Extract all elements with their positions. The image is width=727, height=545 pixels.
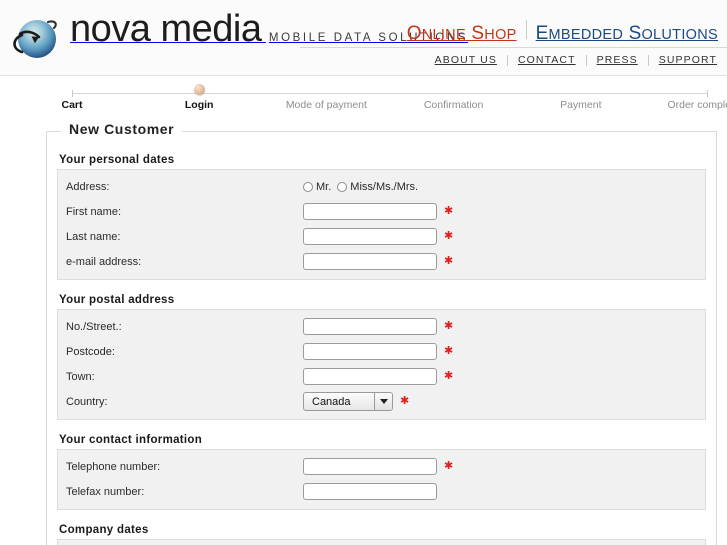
field-label-town: Town: xyxy=(66,370,95,383)
progress-step-order-completed[interactable]: Order completed! xyxy=(638,84,727,111)
field-wrapper: ✱ xyxy=(303,458,453,475)
field-label-postcode: Postcode: xyxy=(66,345,115,358)
required-marker: ✱ xyxy=(444,205,454,217)
section-panel-your-contact-information: Telephone number: ✱ Telefax number: xyxy=(57,449,706,510)
subnav-support[interactable]: SUPPORT xyxy=(649,54,727,66)
new-customer-fieldset: New Customer Your personal dates Address:… xyxy=(46,121,717,545)
required-marker: ✱ xyxy=(444,345,454,357)
section-title-company-dates: Company dates xyxy=(59,524,149,536)
progress-step-cart[interactable]: Cart xyxy=(2,84,142,111)
form-row: Country: Canada ✱ xyxy=(58,389,705,414)
field-label-address: Address: xyxy=(66,180,110,193)
section-panel-your-personal-dates: Address: Mr. Miss/Ms./Mrs. First name: ✱ Last… xyxy=(57,169,706,280)
input-telephone-number[interactable] xyxy=(303,458,437,475)
required-marker: ✱ xyxy=(444,255,454,267)
field-label-no-street: No./Street.: xyxy=(66,320,122,333)
radio-option-label: Mr. xyxy=(316,180,332,193)
required-marker: ✱ xyxy=(400,395,410,407)
progress-step-confirmation[interactable]: Confirmation xyxy=(384,84,524,111)
input-e-mail-address[interactable] xyxy=(303,253,437,270)
header-divider xyxy=(300,47,727,48)
subnav-contact[interactable]: CONTACT xyxy=(508,54,586,66)
progress-step-payment[interactable]: Payment xyxy=(511,84,651,111)
field-label-telephone-number: Telephone number: xyxy=(66,460,161,473)
input-postcode[interactable] xyxy=(303,343,437,360)
input-town[interactable] xyxy=(303,368,437,385)
progress-marker-dot xyxy=(193,84,205,95)
form-row: e-mail address: ✱ xyxy=(58,249,705,274)
radio-group-address: Mr. Miss/Ms./Mrs. xyxy=(303,181,424,193)
select-country[interactable]: Canada xyxy=(303,392,393,411)
section-title-your-personal-dates: Your personal dates xyxy=(59,154,175,166)
select-selected-value: Canada xyxy=(312,395,351,408)
form-sections: Your personal dates Address: Mr. Miss/Ms./M… xyxy=(57,154,706,545)
progress-step-label: Order completed! xyxy=(667,99,727,111)
radio-option-mr[interactable]: Mr. xyxy=(303,181,331,193)
input-telefax-number[interactable] xyxy=(303,483,437,500)
form-row: Address: Mr. Miss/Ms./Mrs. xyxy=(58,174,705,199)
required-marker: ✱ xyxy=(444,230,454,242)
section-panel-your-postal-address: No./Street.: ✱ Postcode: ✱ Town: ✱ Country: Can… xyxy=(57,309,706,420)
field-wrapper: ✱ xyxy=(303,368,453,385)
field-wrapper xyxy=(303,483,437,500)
chevron-down-icon xyxy=(374,393,392,410)
input-last-name[interactable] xyxy=(303,228,437,245)
radio-option-label: Miss/Ms./Mrs. xyxy=(350,180,419,193)
field-label-telefax-number: Telefax number: xyxy=(66,485,145,498)
nav-embedded-solutions[interactable]: EMBEDDED SOLUTIONS xyxy=(527,23,727,45)
radio-button-icon[interactable] xyxy=(337,181,348,192)
field-label-last-name: Last name: xyxy=(66,230,121,243)
progress-step-label: Cart xyxy=(61,99,83,111)
field-label-country: Country: xyxy=(66,395,108,408)
progress-step-mode-of-payment[interactable]: Mode of payment xyxy=(256,84,396,111)
main-navigation: ONLINE SHOP EMBEDDED SOLUTIONS xyxy=(398,20,727,45)
field-wrapper: ✱ xyxy=(303,318,453,335)
page-title: New Customer xyxy=(61,121,183,137)
planet-orbit-icon xyxy=(8,12,64,68)
form-row: Last name: ✱ xyxy=(58,224,705,249)
page-root: nova media MOBILE DATA SOLUTIONS ONLINE … xyxy=(0,0,727,545)
field-wrapper: Mr. Miss/Ms./Mrs. xyxy=(303,181,424,193)
field-wrapper: ✱ xyxy=(303,203,453,220)
section-title-your-contact-information: Your contact information xyxy=(59,434,203,446)
field-wrapper: Canada ✱ xyxy=(303,392,409,411)
subnav-press[interactable]: PRESS xyxy=(587,54,648,66)
brand-name: nova media xyxy=(70,8,262,50)
form-row: Telephone number: ✱ xyxy=(58,454,705,479)
progress-step-label: Login xyxy=(184,99,214,111)
form-row: Postcode: ✱ xyxy=(58,339,705,364)
form-row: Telefax number: xyxy=(58,479,705,504)
input-no-street[interactable] xyxy=(303,318,437,335)
field-wrapper: ✱ xyxy=(303,253,453,270)
sub-navigation: ABOUT US CONTACT PRESS SUPPORT xyxy=(425,54,727,66)
field-label-e-mail-address: e-mail address: xyxy=(66,255,142,268)
nav-online-shop[interactable]: ONLINE SHOP xyxy=(398,23,526,45)
section-title-your-postal-address: Your postal address xyxy=(59,294,175,306)
radio-button-icon[interactable] xyxy=(303,181,313,192)
progress-step-label: Confirmation xyxy=(423,99,484,111)
subnav-about-us[interactable]: ABOUT US xyxy=(425,54,507,66)
form-row: First name: ✱ xyxy=(58,199,705,224)
required-marker: ✱ xyxy=(444,320,454,332)
progress-step-login[interactable]: Login xyxy=(129,84,269,111)
progress-step-label: Payment xyxy=(560,99,602,111)
input-first-name[interactable] xyxy=(303,203,437,220)
field-wrapper: ✱ xyxy=(303,228,453,245)
required-marker: ✱ xyxy=(444,460,454,472)
field-wrapper: ✱ xyxy=(303,343,453,360)
progress-step-label: Mode of payment xyxy=(285,99,367,111)
form-row: Town: ✱ xyxy=(58,364,705,389)
field-label-first-name: First name: xyxy=(66,205,122,218)
checkout-progress: Cart Login Mode of payment Confirmation Paym… xyxy=(0,80,727,124)
site-header: nova media MOBILE DATA SOLUTIONS ONLINE … xyxy=(0,0,727,76)
required-marker: ✱ xyxy=(444,370,454,382)
form-row: No./Street.: ✱ xyxy=(58,314,705,339)
radio-option-miss-ms-mrs[interactable]: Miss/Ms./Mrs. xyxy=(337,181,418,193)
section-panel-company-dates: Company name:VAT ID:+ for EU-Countries (… xyxy=(57,539,706,545)
